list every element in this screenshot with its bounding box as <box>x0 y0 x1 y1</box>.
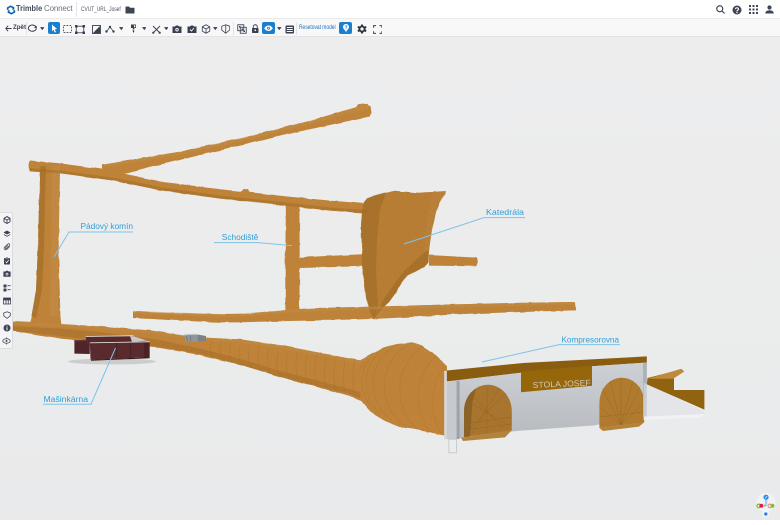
svg-text:Kompresorovna: Kompresorovna <box>562 334 620 344</box>
svg-text:Mašinkárna: Mašinkárna <box>44 394 89 404</box>
svg-text:Katedrála: Katedrála <box>486 207 524 217</box>
svg-text:Pádový komín: Pádový komín <box>81 221 134 231</box>
svg-text:Schodiště: Schodiště <box>222 232 259 242</box>
